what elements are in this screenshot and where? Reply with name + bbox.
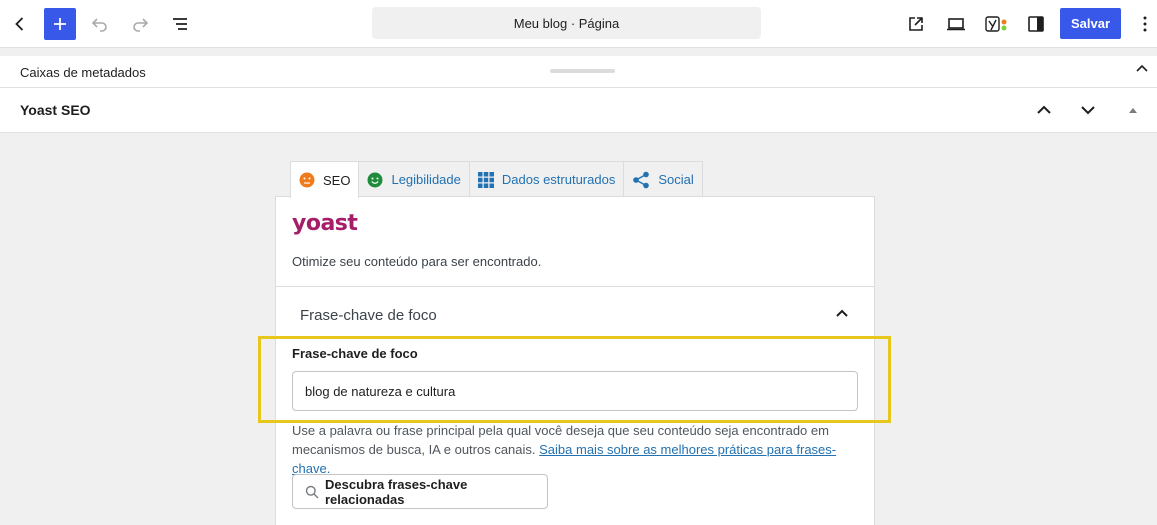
- related-keyphrases-button[interactable]: Descubra frases-chave relacionadas: [292, 474, 548, 509]
- yoast-logo: yoast: [292, 211, 358, 236]
- redo-icon[interactable]: [124, 8, 156, 40]
- add-block-button[interactable]: [44, 8, 76, 40]
- green-smile-icon: [367, 172, 383, 188]
- chevron-up-icon[interactable]: [1134, 61, 1150, 80]
- metabox-bar: Caixas de metadados: [0, 56, 1157, 88]
- save-button[interactable]: Salvar: [1060, 8, 1121, 39]
- tab-readability[interactable]: Legibilidade: [358, 161, 470, 197]
- divider: [276, 286, 874, 287]
- tab-structured-data-label: Dados estruturados: [501, 172, 616, 187]
- resize-handle[interactable]: [550, 69, 615, 73]
- tab-readability-label: Legibilidade: [391, 172, 461, 187]
- move-down-icon[interactable]: [1074, 96, 1102, 124]
- collapse-triangle-icon[interactable]: [1119, 96, 1147, 124]
- focus-keyphrase-help: Use a palavra ou frase principal pela qu…: [292, 421, 862, 478]
- document-overview-icon[interactable]: [164, 8, 196, 40]
- editor-toolbar: Meu blog · Página Salvar: [0, 0, 1157, 48]
- device-preview-icon[interactable]: [940, 8, 972, 40]
- chevron-up-icon[interactable]: [834, 305, 850, 324]
- related-keyphrases-label: Descubra frases-chave relacionadas: [325, 476, 468, 507]
- back-chevron-icon[interactable]: [4, 8, 36, 40]
- more-options-icon[interactable]: [1129, 8, 1157, 40]
- settings-sidebar-icon[interactable]: [1020, 8, 1052, 40]
- tab-structured-data[interactable]: Dados estruturados: [468, 161, 625, 197]
- share-icon: [632, 171, 650, 189]
- yoast-tagline: Otimize seu conteúdo para ser encontrado…: [292, 254, 542, 269]
- yoast-seo-panel: yoast Otimize seu conteúdo para ser enco…: [275, 196, 875, 525]
- view-external-icon[interactable]: [900, 8, 932, 40]
- grid-icon: [477, 171, 494, 188]
- tab-seo-label: SEO: [323, 172, 351, 188]
- tab-seo[interactable]: SEO: [290, 161, 360, 198]
- document-title-bar[interactable]: Meu blog · Página: [372, 7, 761, 39]
- tab-social-label: Social: [658, 172, 694, 187]
- orange-face-icon: [299, 172, 315, 188]
- focus-keyphrase-section-title[interactable]: Frase-chave de foco: [300, 307, 437, 324]
- move-up-icon[interactable]: [1030, 96, 1058, 124]
- yoast-tabs: SEO Legibilidade Dados estruturados Soci…: [290, 161, 703, 198]
- metabox-label: Caixas de metadados: [20, 65, 146, 80]
- yoast-icon[interactable]: [980, 8, 1012, 40]
- undo-icon[interactable]: [84, 8, 116, 40]
- document-title: Meu blog · Página: [513, 15, 620, 31]
- yoast-seo-label: Yoast SEO: [20, 102, 91, 118]
- focus-keyphrase-label: Frase-chave de foco: [292, 346, 418, 361]
- tab-social[interactable]: Social: [623, 161, 703, 197]
- yoast-seo-panel-header: Yoast SEO: [0, 88, 1157, 133]
- search-icon: [305, 485, 319, 499]
- focus-keyphrase-input[interactable]: [292, 371, 858, 411]
